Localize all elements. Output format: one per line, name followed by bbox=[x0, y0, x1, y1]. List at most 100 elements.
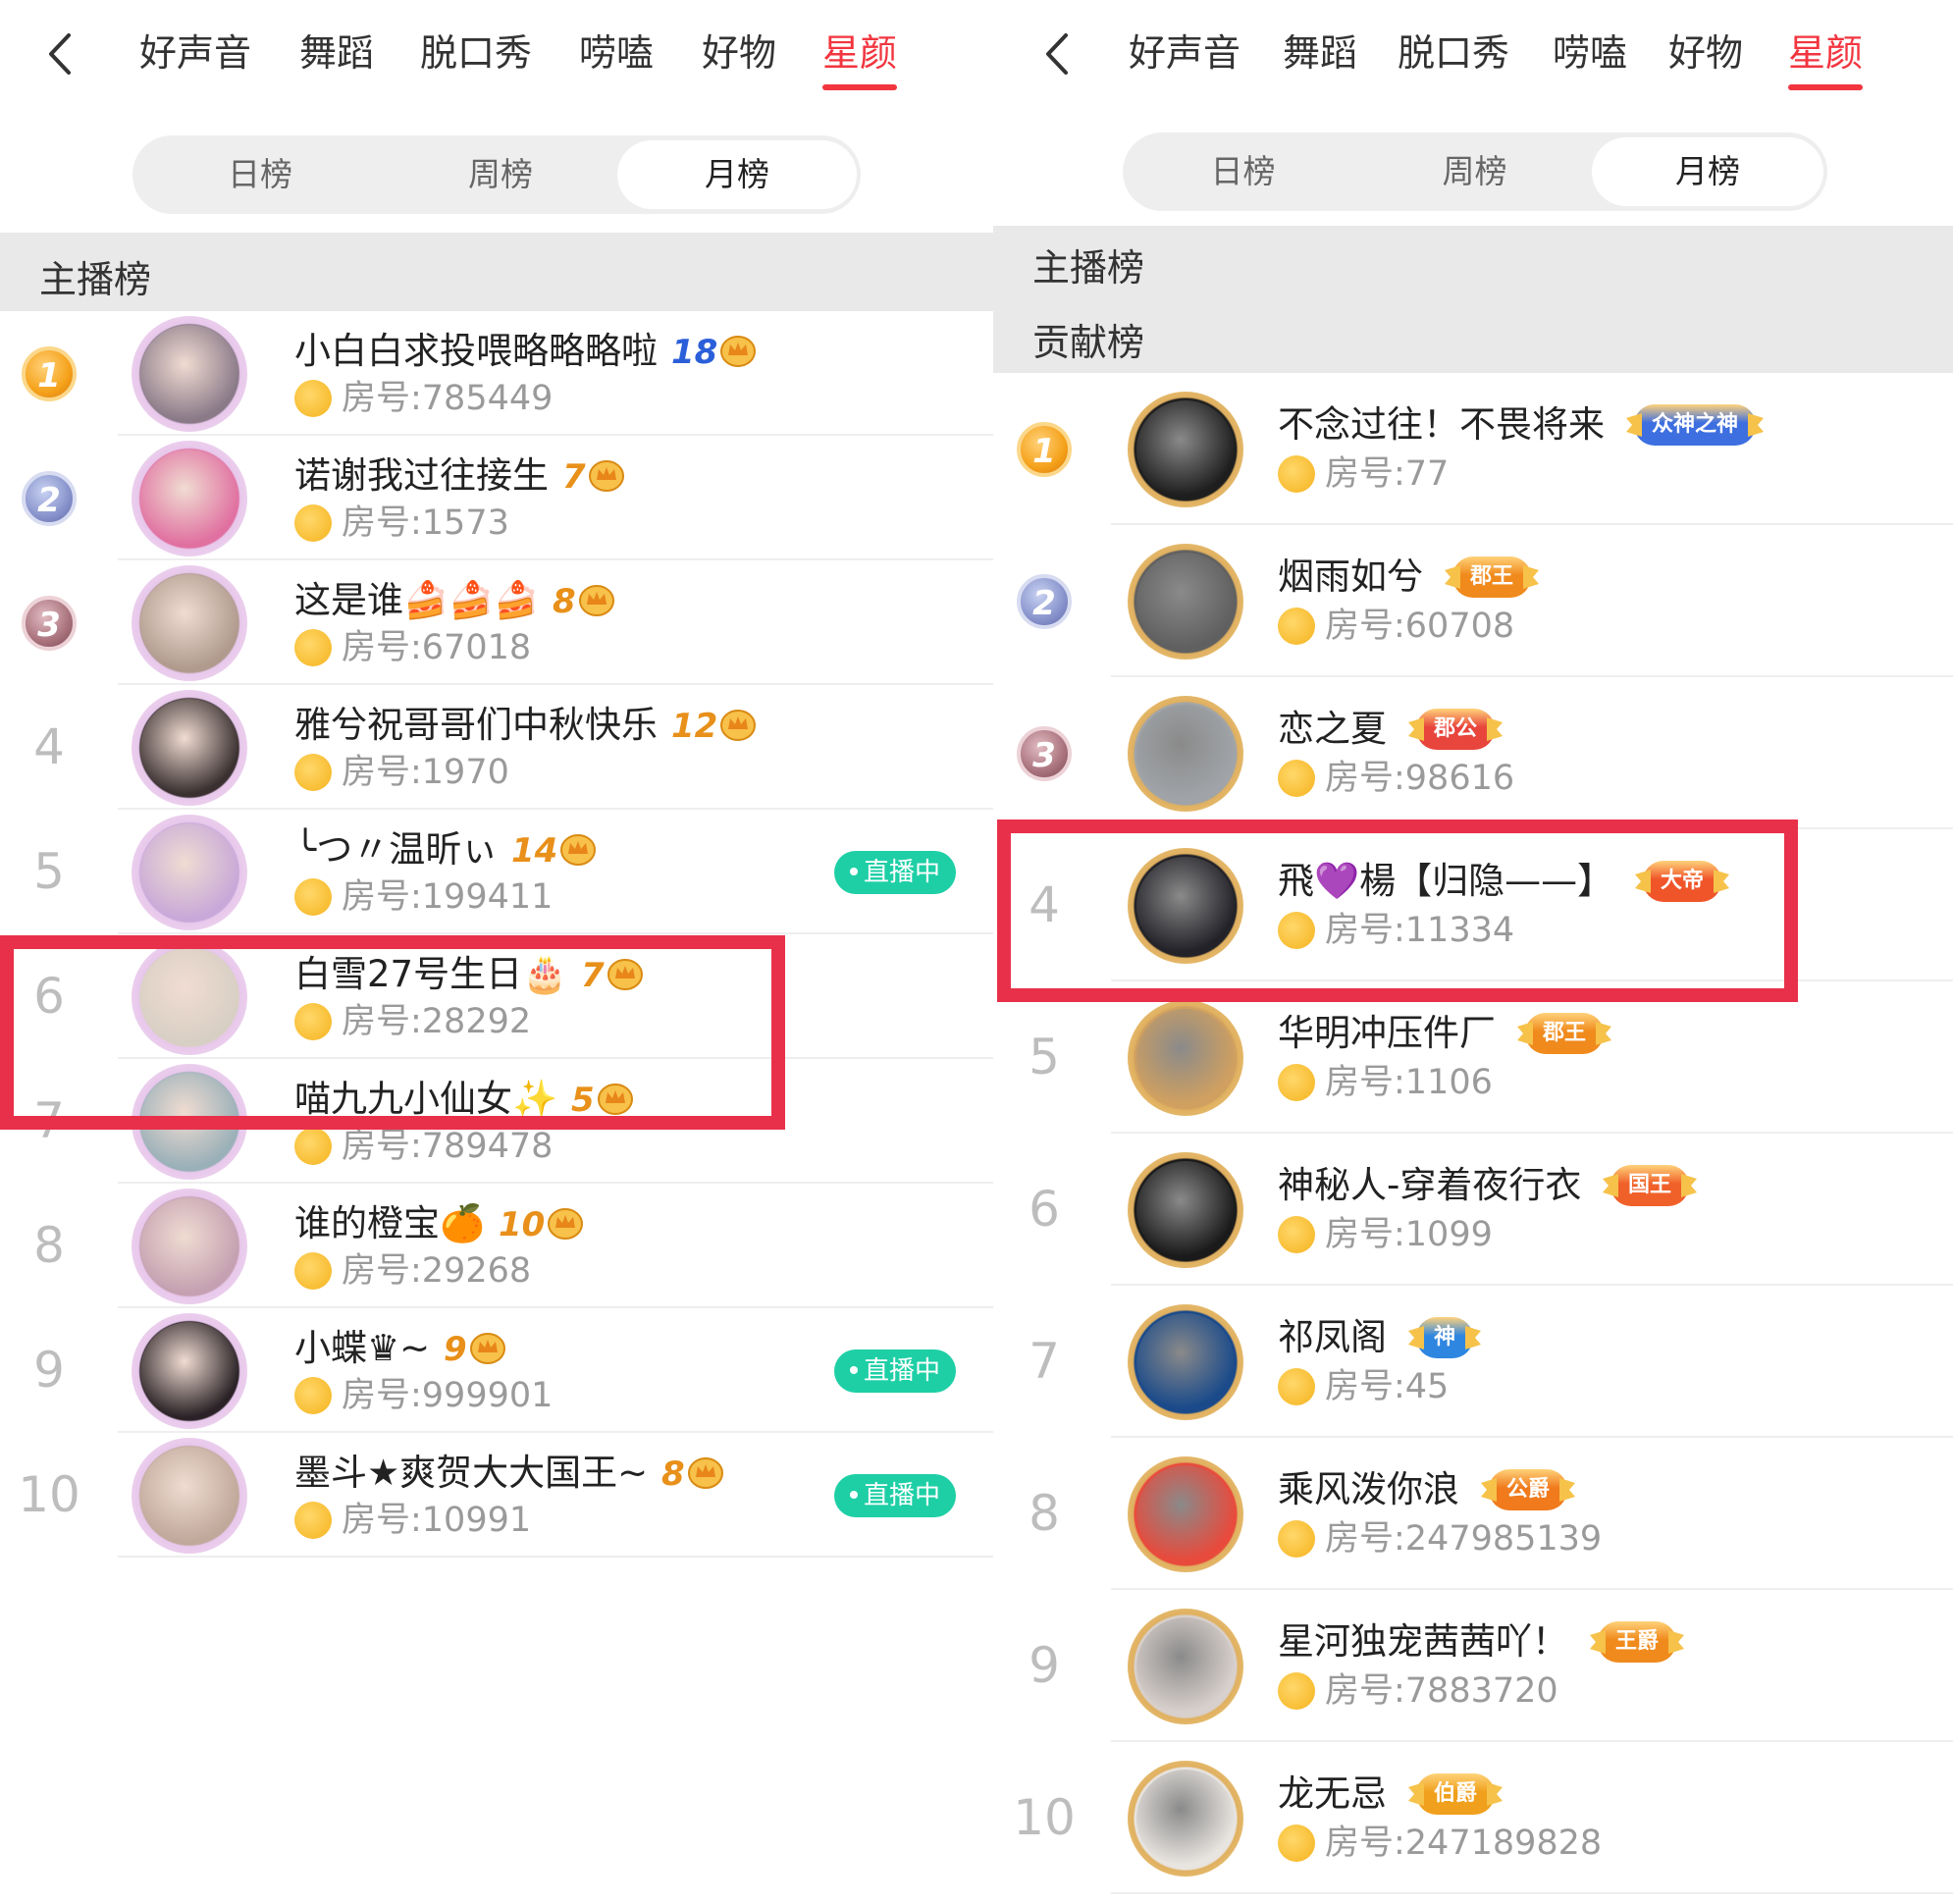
tab-xingyan[interactable]: 星颜 bbox=[1788, 29, 1864, 90]
rank-badge-icon: 1 bbox=[1017, 421, 1072, 477]
rank-number: 8 bbox=[1029, 1484, 1060, 1542]
list-item[interactable]: 10 龙无忌 伯爵 房号:247189828 bbox=[993, 1742, 1953, 1894]
segment-day[interactable]: 日榜 bbox=[1123, 132, 1363, 211]
live-badge[interactable]: 直播中 bbox=[834, 1473, 956, 1517]
wing-right-icon bbox=[1523, 564, 1540, 589]
rank-number: 5 bbox=[33, 842, 65, 900]
wing-right-icon bbox=[1596, 1021, 1612, 1045]
tab-tuokouxiu[interactable]: 脱口秀 bbox=[1398, 29, 1509, 77]
list-item[interactable]: 7 祁凤阁 神房号:45 bbox=[993, 1286, 1953, 1438]
tab-wudao[interactable]: 舞蹈 bbox=[1283, 29, 1357, 77]
level-value: 14 bbox=[511, 830, 558, 871]
room-number: 房号:29268 bbox=[342, 1250, 532, 1291]
list-item[interactable]: 3 恋之夏 郡公 房号:98616 bbox=[993, 677, 1953, 829]
left-panel: 好声音 舞蹈 脱口秀 唠嗑 好物 星颜 日榜 周榜 月榜 主播榜 1 小白白求投喂… bbox=[0, 0, 993, 1904]
avatar[interactable] bbox=[1136, 552, 1235, 651]
avatar[interactable] bbox=[1136, 1008, 1235, 1107]
room-number: 房号:247985139 bbox=[1325, 1518, 1603, 1559]
avatar[interactable] bbox=[1136, 1160, 1235, 1259]
level-badge: 7 bbox=[562, 455, 625, 499]
segment-day[interactable]: 日榜 bbox=[132, 135, 388, 214]
list-item[interactable]: 10 墨斗★爽贺大大国王~ 8 房号:10991 直播中 bbox=[0, 1433, 993, 1558]
tab-haoshengyin[interactable]: 好声音 bbox=[1129, 29, 1240, 77]
section-title-anchor[interactable]: 主播榜 bbox=[1032, 238, 1144, 291]
list-item[interactable]: 2 诺谢我过往接生 7 房号:1573 bbox=[0, 436, 993, 560]
back-button[interactable] bbox=[1034, 29, 1083, 79]
segment-month[interactable]: 月榜 bbox=[617, 140, 857, 209]
active-tab-underline bbox=[1788, 84, 1864, 90]
tab-haoshengyin[interactable]: 好声音 bbox=[139, 29, 251, 77]
rank-number: 7 bbox=[1029, 1332, 1060, 1390]
avatar[interactable] bbox=[1136, 1616, 1235, 1716]
avatar[interactable] bbox=[1136, 1312, 1235, 1411]
avatar[interactable] bbox=[140, 1321, 238, 1420]
wing-right-icon bbox=[1465, 1325, 1482, 1349]
section-title: 主播榜 bbox=[39, 258, 152, 301]
segment-week[interactable]: 周榜 bbox=[373, 135, 628, 214]
user-name: 星河独宠茜茜吖！ bbox=[1278, 1619, 1568, 1663]
coin-icon bbox=[1278, 1519, 1315, 1558]
rank-number: 5 bbox=[1029, 1028, 1060, 1085]
coin-icon bbox=[294, 379, 332, 417]
list-item[interactable]: 1 小白白求投喂略略略啦 18 房号:785449 bbox=[0, 311, 993, 436]
avatar[interactable] bbox=[140, 449, 238, 548]
list-item[interactable]: 6 神秘人-穿着夜行衣 国王 房号:1099 bbox=[993, 1134, 1953, 1286]
list-item[interactable]: 4 雅兮祝哥哥们中秋快乐 12 房号:1970 bbox=[0, 685, 993, 810]
avatar[interactable] bbox=[1136, 1464, 1235, 1563]
list-item[interactable]: 8 谁的橙宝🍊 10 房号:29268 bbox=[0, 1184, 993, 1308]
coin-icon bbox=[1278, 1215, 1315, 1253]
list-item[interactable]: 8 乘风泼你浪 公爵 房号:247985139 bbox=[993, 1438, 1953, 1590]
crown-icon bbox=[720, 709, 757, 741]
rank-number: 8 bbox=[33, 1216, 65, 1274]
level-badge: 18 bbox=[671, 331, 757, 374]
list-item[interactable]: 9 星河独宠茜茜吖！ 王爵 房号:7883720 bbox=[993, 1590, 1953, 1742]
room-number: 房号:999901 bbox=[342, 1375, 554, 1415]
avatar[interactable] bbox=[140, 324, 238, 423]
anchor-name: ╰つ〃温昕ぃ bbox=[294, 827, 499, 871]
period-segment: 日榜 周榜 月榜 bbox=[1123, 132, 1827, 211]
segment-week[interactable]: 周榜 bbox=[1354, 132, 1595, 211]
wing-right-icon bbox=[1487, 1781, 1504, 1806]
tab-haowu[interactable]: 好物 bbox=[1668, 29, 1743, 77]
live-badge[interactable]: 直播中 bbox=[834, 1349, 956, 1393]
tab-xingyan[interactable]: 星颜 bbox=[822, 29, 898, 90]
rank-number: 4 bbox=[33, 717, 65, 775]
tab-xingyan-label: 星颜 bbox=[1788, 31, 1864, 75]
avatar[interactable] bbox=[1136, 399, 1235, 499]
section-header-group: 主播榜 贡献榜 bbox=[993, 226, 1953, 373]
back-button[interactable] bbox=[37, 29, 86, 79]
list-item[interactable]: 1 不念过往！不畏将来 众神之神 房号:77 bbox=[993, 373, 1953, 525]
list-item[interactable]: 5 华明冲压件厂 郡王 房号:1106 bbox=[993, 981, 1953, 1134]
list-item[interactable]: 9 小蝶♛~ 9 房号:999901 直播中 bbox=[0, 1308, 993, 1433]
rank-number: 10 bbox=[18, 1465, 80, 1523]
avatar[interactable] bbox=[1136, 1769, 1235, 1868]
avatar[interactable] bbox=[140, 822, 238, 922]
wing-left-icon bbox=[1626, 412, 1642, 437]
rank-number: 9 bbox=[1029, 1636, 1060, 1694]
list-item[interactable]: 3 这是谁🍰🍰🍰 8 房号:67018 bbox=[0, 560, 993, 685]
live-badge[interactable]: 直播中 bbox=[834, 850, 956, 894]
section-title-contribution[interactable]: 贡献榜 bbox=[1032, 312, 1144, 366]
coin-icon bbox=[294, 877, 332, 916]
rank-number: 6 bbox=[1029, 1180, 1060, 1238]
avatar[interactable] bbox=[140, 1446, 238, 1545]
rank-badge-icon: 3 bbox=[1017, 725, 1072, 781]
room-number: 房号:60708 bbox=[1325, 606, 1515, 646]
wing-right-icon bbox=[1748, 412, 1765, 437]
segment-month[interactable]: 月榜 bbox=[1592, 137, 1823, 206]
avatar[interactable] bbox=[140, 1196, 238, 1296]
row-divider bbox=[118, 1556, 993, 1558]
avatar[interactable] bbox=[140, 698, 238, 797]
room-number: 房号:1099 bbox=[1325, 1214, 1493, 1254]
coin-icon bbox=[294, 1501, 332, 1539]
tab-laoke[interactable]: 唠嗑 bbox=[1553, 29, 1627, 77]
avatar[interactable] bbox=[140, 573, 238, 672]
avatar[interactable] bbox=[1136, 704, 1235, 803]
tab-wudao[interactable]: 舞蹈 bbox=[299, 29, 374, 77]
tab-tuokouxiu[interactable]: 脱口秀 bbox=[420, 29, 532, 77]
tab-laoke[interactable]: 唠嗑 bbox=[579, 29, 654, 77]
list-item[interactable]: 2 烟雨如兮 郡王 房号:60708 bbox=[993, 525, 1953, 677]
list-item[interactable]: 5 ╰つ〃温昕ぃ 14 房号:199411 直播中 bbox=[0, 810, 993, 934]
tab-haowu[interactable]: 好物 bbox=[702, 29, 776, 77]
level-badge: 8 bbox=[661, 1453, 724, 1496]
